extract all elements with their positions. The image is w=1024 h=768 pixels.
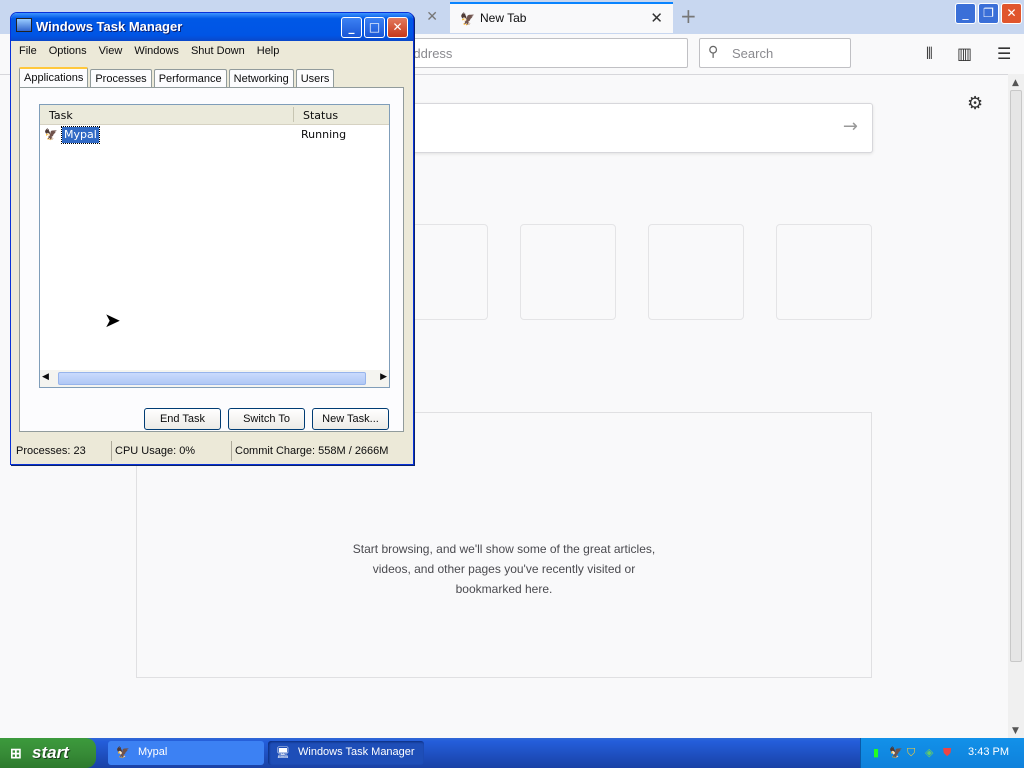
task-manager-window: Windows Task Manager _ □ ✕ File Options …	[10, 12, 414, 465]
status-cpu-usage: CPU Usage: 0%	[112, 441, 232, 461]
status-processes: Processes: 23	[13, 441, 112, 461]
menu-windows[interactable]: Windows	[128, 41, 185, 61]
close-button[interactable]: ✕	[1001, 3, 1022, 24]
library-icon[interactable]: ⫴	[926, 44, 933, 64]
search-bar[interactable]: ⚲ Search	[699, 38, 851, 68]
status-commit-charge: Commit Charge: 558M / 2666M	[235, 445, 389, 457]
page-scrollbar[interactable]: ▲ ▼	[1008, 74, 1024, 738]
column-header-status[interactable]: Status	[303, 109, 338, 122]
taskbar-button-mypal[interactable]: 🦅 Mypal	[108, 741, 264, 765]
mypal-app-icon: 🦅	[116, 747, 130, 759]
tab-title: New Tab	[480, 11, 527, 25]
scrollbar-thumb[interactable]	[58, 372, 366, 385]
top-site-tile[interactable]	[776, 224, 872, 320]
menu-help[interactable]: Help	[251, 41, 286, 61]
tab-applications[interactable]: Applications	[19, 67, 89, 89]
tab-strip: Applications Processes Performance Netwo…	[19, 67, 336, 89]
security-shield-icon[interactable]: ⛉	[907, 746, 915, 760]
hamburger-menu-icon[interactable]: ☰	[997, 44, 1011, 63]
close-tab-icon[interactable]: ✕	[426, 9, 438, 25]
highlights-empty-message: Start browsing, and we'll show some of t…	[137, 539, 871, 599]
task-manager-titlebar[interactable]: Windows Task Manager _ □ ✕	[11, 13, 413, 41]
scroll-down-arrow-icon[interactable]: ▼	[1012, 726, 1019, 736]
task-status: Running	[301, 128, 347, 141]
scrollbar-thumb[interactable]	[1010, 90, 1022, 662]
browser-window-controls: _ ❐ ✕	[955, 3, 1022, 24]
end-task-button[interactable]: End Task	[144, 408, 221, 430]
search-icon: ⚲	[708, 44, 719, 60]
taskbar-button-label: Mypal	[138, 746, 168, 758]
menu-view[interactable]: View	[93, 41, 129, 61]
table-row[interactable]: 🦅 Mypal Running	[44, 126, 384, 144]
task-name: Mypal	[61, 126, 100, 144]
tab-processes[interactable]: Processes	[90, 69, 152, 88]
tab-networking[interactable]: Networking	[228, 69, 294, 88]
page-search-box[interactable]: →	[395, 103, 873, 153]
windows-flag-icon: ⊞	[10, 745, 22, 761]
applications-panel: Task Status 🦅 Mypal Running ◀ ▶ End Task…	[19, 87, 404, 432]
task-manager-app-icon: 🖥	[276, 747, 290, 759]
system-tray: ▮ 🦅 ⛉ ◈ ⛊ 3:43 PM	[860, 738, 1024, 768]
horizontal-scrollbar[interactable]: ◀ ▶	[40, 370, 389, 387]
scroll-up-arrow-icon[interactable]: ▲	[1012, 78, 1019, 88]
switch-to-button[interactable]: Switch To	[228, 408, 305, 430]
url-bar[interactable]: er address	[380, 38, 688, 68]
menu-shut-down[interactable]: Shut Down	[185, 41, 251, 61]
highlights-line-1: Start browsing, and we'll show some of t…	[352, 542, 656, 556]
search-placeholder: Search	[732, 46, 774, 61]
network-icon[interactable]: ◈	[925, 746, 933, 759]
new-task-button[interactable]: New Task...	[312, 408, 389, 430]
taskbar-button-label: Windows Task Manager	[298, 746, 415, 758]
window-title: Windows Task Manager	[36, 19, 183, 34]
column-divider[interactable]	[293, 107, 294, 122]
list-header: Task Status	[40, 105, 389, 125]
gear-icon[interactable]: ⚙	[967, 93, 983, 114]
restore-button[interactable]: ❐	[978, 3, 999, 24]
maximize-button[interactable]: □	[364, 17, 385, 38]
highlights-line-3: bookmarked here.	[455, 582, 553, 596]
sidebar-icon[interactable]: ▥	[957, 44, 972, 63]
close-tab-icon[interactable]: ✕	[650, 9, 663, 27]
mouse-pointer-icon: ➤	[104, 308, 121, 332]
new-tab-plus-icon[interactable]: +	[680, 4, 697, 28]
minimize-button[interactable]: _	[341, 17, 362, 38]
taskbar: ⊞ start 🦅 Mypal 🖥 Windows Task Manager ▮…	[0, 738, 1024, 768]
tab-performance[interactable]: Performance	[153, 69, 227, 88]
mypal-tray-icon[interactable]: 🦅	[889, 746, 903, 759]
top-site-tile[interactable]	[520, 224, 616, 320]
column-header-task[interactable]: Task	[49, 109, 73, 122]
menu-file[interactable]: File	[13, 41, 43, 61]
menu-options[interactable]: Options	[43, 41, 93, 61]
mypal-app-icon: 🦅	[44, 128, 58, 141]
taskbar-button-task-manager[interactable]: 🖥 Windows Task Manager	[268, 741, 424, 765]
antivirus-shield-icon[interactable]: ⛊	[943, 746, 951, 760]
highlights-line-2: videos, and other pages you've recently …	[372, 562, 636, 576]
top-site-tile[interactable]	[648, 224, 744, 320]
minimize-button[interactable]: _	[955, 3, 976, 24]
mypal-favicon-icon: 🦅	[460, 12, 475, 26]
start-button[interactable]: ⊞ start	[0, 738, 96, 768]
task-manager-window-controls: _ □ ✕	[341, 17, 408, 38]
task-list[interactable]: Task Status 🦅 Mypal Running ◀ ▶	[39, 104, 390, 388]
cpu-meter-icon[interactable]: ▮	[873, 746, 879, 759]
status-bar: Processes: 23 CPU Usage: 0% Commit Charg…	[13, 441, 411, 461]
clock[interactable]: 3:43 PM	[968, 746, 1009, 758]
task-manager-app-icon	[16, 18, 32, 32]
start-label: start	[32, 743, 69, 762]
scroll-left-arrow-icon[interactable]: ◀	[42, 372, 49, 382]
scroll-right-arrow-icon[interactable]: ▶	[380, 372, 387, 382]
browser-tab-new-tab[interactable]: 🦅 New Tab ✕	[450, 2, 673, 33]
menu-bar: File Options View Windows Shut Down Help	[13, 41, 285, 61]
arrow-right-icon[interactable]: →	[843, 116, 858, 137]
tab-users[interactable]: Users	[295, 69, 335, 88]
close-button[interactable]: ✕	[387, 17, 408, 38]
